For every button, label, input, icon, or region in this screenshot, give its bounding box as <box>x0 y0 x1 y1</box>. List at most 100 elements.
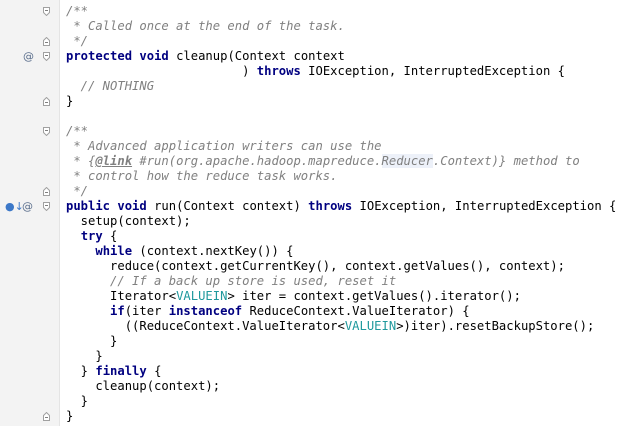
code-line[interactable]: ●↓ @ public void run(Context context) thro… <box>0 199 644 214</box>
code-token: (iter <box>124 304 169 318</box>
code-line[interactable]: } <box>0 409 644 424</box>
code-token: > iter = context.getValues().iterator(); <box>227 289 521 303</box>
code-token: VALUEIN <box>344 319 397 333</box>
code-token: void <box>117 199 147 213</box>
code-token: * { <box>66 154 96 168</box>
code-line[interactable]: } <box>0 94 644 109</box>
code-token: >)iter).resetBackupStore(); <box>396 319 595 333</box>
code-token: { <box>146 364 162 378</box>
code-token: cleanup(context); <box>66 379 221 393</box>
code-line[interactable]: @ protected void cleanup(Context context <box>0 49 644 64</box>
code-token: finally <box>95 364 147 378</box>
code-text: while (context.nextKey()) { <box>66 244 293 259</box>
code-token: * control how the reduce task works. <box>66 169 338 183</box>
code-token: instanceof <box>168 304 243 318</box>
code-token: * Called once at the end of the task. <box>66 19 345 33</box>
code-line[interactable]: setup(context); <box>0 214 644 229</box>
code-token: // If a back up store is used, reset it <box>66 274 397 288</box>
code-editor[interactable]: /** * Called once at the end of the task… <box>0 0 644 426</box>
code-token: setup(context); <box>66 214 191 228</box>
code-token: ) <box>66 64 257 78</box>
code-line[interactable]: reduce(context.getCurrentKey(), context.… <box>0 259 644 274</box>
code-token: IOException, InterruptedException { <box>300 64 565 78</box>
fold-start-icon[interactable] <box>43 52 50 61</box>
code-token: Iterator< <box>66 289 177 303</box>
code-line[interactable]: * control how the reduce task works. <box>0 169 644 184</box>
code-text: ) throws IOException, InterruptedExcepti… <box>66 64 565 79</box>
code-line[interactable]: } <box>0 349 644 364</box>
code-token: (context.nextKey()) { <box>132 244 294 258</box>
code-token: while <box>95 244 133 258</box>
fold-end-icon[interactable] <box>43 97 50 106</box>
fold-start-icon[interactable] <box>43 202 50 211</box>
code-line[interactable]: } <box>0 334 644 349</box>
code-line[interactable]: while (context.nextKey()) { <box>0 244 644 259</box>
code-line[interactable]: if(iter instanceof ReduceContext.ValueIt… <box>0 304 644 319</box>
code-token: throws <box>308 199 353 213</box>
code-line[interactable] <box>0 109 644 124</box>
code-token: reduce(context.getCurrentKey(), context.… <box>66 259 565 273</box>
code-text: } <box>66 349 102 364</box>
code-text: try { <box>66 229 118 244</box>
code-text: * Called once at the end of the task. <box>66 19 345 34</box>
code-line[interactable]: Iterator<VALUEIN> iter = context.getValu… <box>0 289 644 304</box>
code-line[interactable]: // NOTHING <box>0 79 644 94</box>
fold-end-icon[interactable] <box>43 412 50 421</box>
code-line[interactable]: * Advanced application writers can use t… <box>0 139 644 154</box>
code-text: } <box>66 409 73 424</box>
fold-start-icon[interactable] <box>43 127 50 136</box>
code-line[interactable]: // If a back up store is used, reset it <box>0 274 644 289</box>
fold-end-icon[interactable] <box>43 37 50 46</box>
code-line[interactable]: } <box>0 394 644 409</box>
code-text: public void run(Context context) throws … <box>66 199 616 214</box>
code-token: public <box>66 199 111 213</box>
code-token: } <box>66 409 74 423</box>
code-token: { <box>102 229 118 243</box>
code-text: */ <box>66 184 88 199</box>
code-text: /** <box>66 4 88 19</box>
code-token: /** <box>66 124 89 138</box>
code-line[interactable]: try { <box>0 229 644 244</box>
code-line[interactable]: /** <box>0 124 644 139</box>
code-token: if <box>110 304 125 318</box>
implements-at-icon[interactable]: @ <box>22 200 33 213</box>
code-text: * {@link #run(org.apache.hadoop.mapreduc… <box>66 154 580 169</box>
fold-end-icon[interactable] <box>43 187 50 196</box>
overridden-method-icon[interactable]: ●↓ <box>5 200 24 213</box>
code-token: VALUEIN <box>176 289 228 303</box>
code-line[interactable]: * Called once at the end of the task. <box>0 19 644 34</box>
code-text: } finally { <box>66 364 162 379</box>
code-line[interactable]: */ <box>0 34 644 49</box>
code-text: ((ReduceContext.ValueIterator<VALUEIN>)i… <box>66 319 595 334</box>
code-text: // NOTHING <box>66 79 154 94</box>
code-line[interactable]: } finally { <box>0 364 644 379</box>
fold-start-icon[interactable] <box>43 7 50 16</box>
code-line[interactable]: cleanup(context); <box>0 379 644 394</box>
code-token: } <box>66 94 74 108</box>
code-line[interactable]: /** <box>0 4 644 19</box>
code-token: /** <box>66 4 89 18</box>
code-text: } <box>66 334 117 349</box>
code-text: protected void cleanup(Context context <box>66 49 345 64</box>
code-line[interactable]: ) throws IOException, InterruptedExcepti… <box>0 64 644 79</box>
code-line[interactable]: ((ReduceContext.ValueIterator<VALUEIN>)i… <box>0 319 644 334</box>
code-text: */ <box>66 34 88 49</box>
code-token: ((ReduceContext.ValueIterator< <box>66 319 345 333</box>
code-line[interactable]: * {@link #run(org.apache.hadoop.mapreduc… <box>0 154 644 169</box>
code-line[interactable]: */ <box>0 184 644 199</box>
implements-at-icon[interactable]: @ <box>23 50 34 63</box>
code-token: void <box>139 49 169 63</box>
code-token: @link <box>95 154 133 168</box>
code-token: } <box>66 334 118 348</box>
code-text: * Advanced application writers can use t… <box>66 139 381 154</box>
code-text: // If a back up store is used, reset it <box>66 274 396 289</box>
code-text: reduce(context.getCurrentKey(), context.… <box>66 259 565 274</box>
code-token: run(Context context) <box>146 199 309 213</box>
code-token: IOException, InterruptedException { <box>352 199 617 213</box>
code-text: /** <box>66 124 88 139</box>
code-token: protected <box>66 49 133 63</box>
code-token: */ <box>66 34 89 48</box>
code-token: } <box>66 394 89 408</box>
code-text: if(iter instanceof ReduceContext.ValueIt… <box>66 304 470 319</box>
